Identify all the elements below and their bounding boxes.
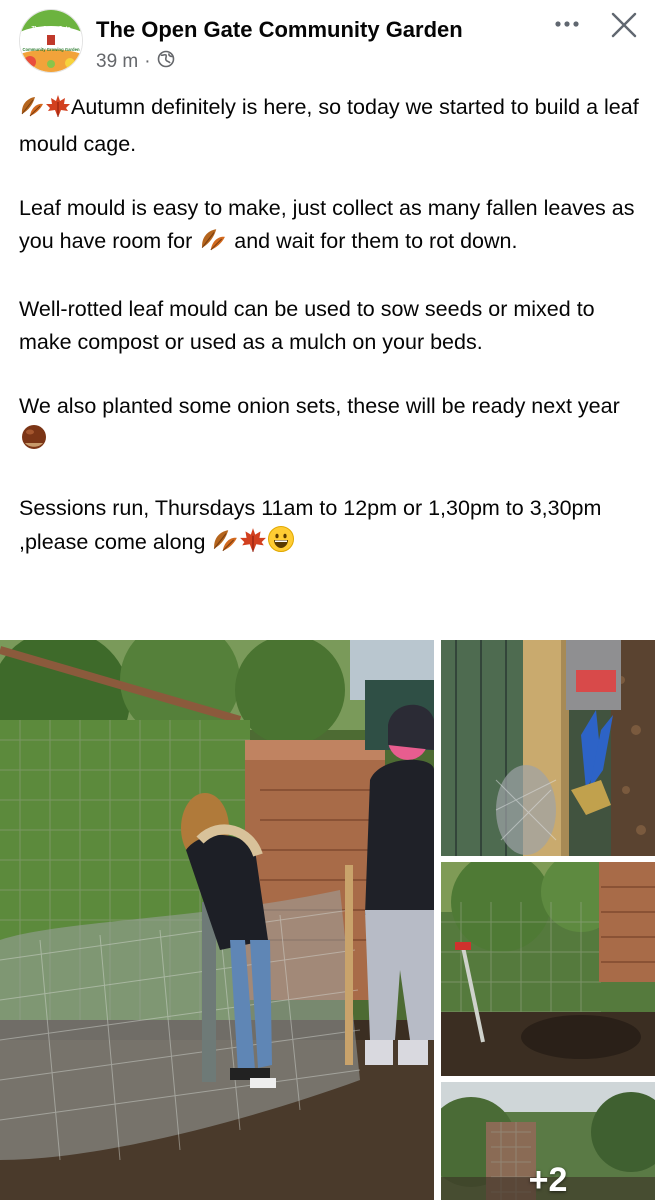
maple-leaf-emoji [45, 94, 71, 128]
post-paragraph: Autumn definitely is here, so today we s… [19, 91, 639, 161]
grinning-face-emoji [267, 525, 295, 563]
photo-small-3[interactable]: +2 [441, 1082, 655, 1200]
fallen-leaf-emoji [211, 527, 239, 563]
paragraph-text: We also planted some onion sets, these w… [19, 394, 620, 418]
photo-small-1[interactable] [441, 640, 655, 856]
post-meta: 39 m · [96, 50, 175, 74]
maple-leaf-emoji [239, 527, 267, 563]
paragraph-text: Sessions run, Thursdays 11am to 12pm or … [19, 496, 602, 554]
more-photos-count[interactable]: +2 [441, 1160, 655, 1200]
close-icon [611, 12, 637, 38]
post-time[interactable]: 39 m [96, 51, 138, 73]
page-avatar[interactable]: The Open Gate Community Growing Garden [19, 9, 83, 73]
close-button[interactable] [609, 10, 639, 40]
page-name[interactable]: The Open Gate Community Garden [96, 17, 463, 43]
post-body: Autumn definitely is here, so today we s… [19, 91, 639, 594]
post-paragraph: Sessions run, Thursdays 11am to 12pm or … [19, 492, 639, 563]
globe-icon [157, 50, 175, 74]
chestnut-emoji [19, 423, 49, 461]
more-icon [555, 21, 579, 27]
post-paragraph: Leaf mould is easy to make, just collect… [19, 192, 639, 262]
photo-main[interactable] [0, 640, 434, 1200]
paragraph-text: and wait for them to rot down. [228, 229, 518, 253]
post-paragraph: We also planted some onion sets, these w… [19, 390, 639, 461]
more-options-button[interactable] [552, 12, 582, 36]
paragraph-text: Well-rotted leaf mould can be used to so… [19, 297, 595, 354]
post-header: The Open Gate Community Growing Garden T… [0, 0, 655, 80]
meta-separator: · [144, 51, 151, 72]
fallen-leaf-emoji [198, 226, 228, 262]
photo-grid: +2 [0, 640, 655, 1200]
avatar-subtitle-text: Community Growing Garden [23, 47, 80, 52]
photo-small-2[interactable] [441, 862, 655, 1076]
post-paragraph: Well-rotted leaf mould can be used to so… [19, 293, 639, 359]
paragraph-text: Autumn definitely is here, so today we s… [19, 95, 639, 156]
avatar-title-text: The Open Gate [31, 26, 70, 32]
fallen-leaf-emoji [19, 94, 45, 128]
